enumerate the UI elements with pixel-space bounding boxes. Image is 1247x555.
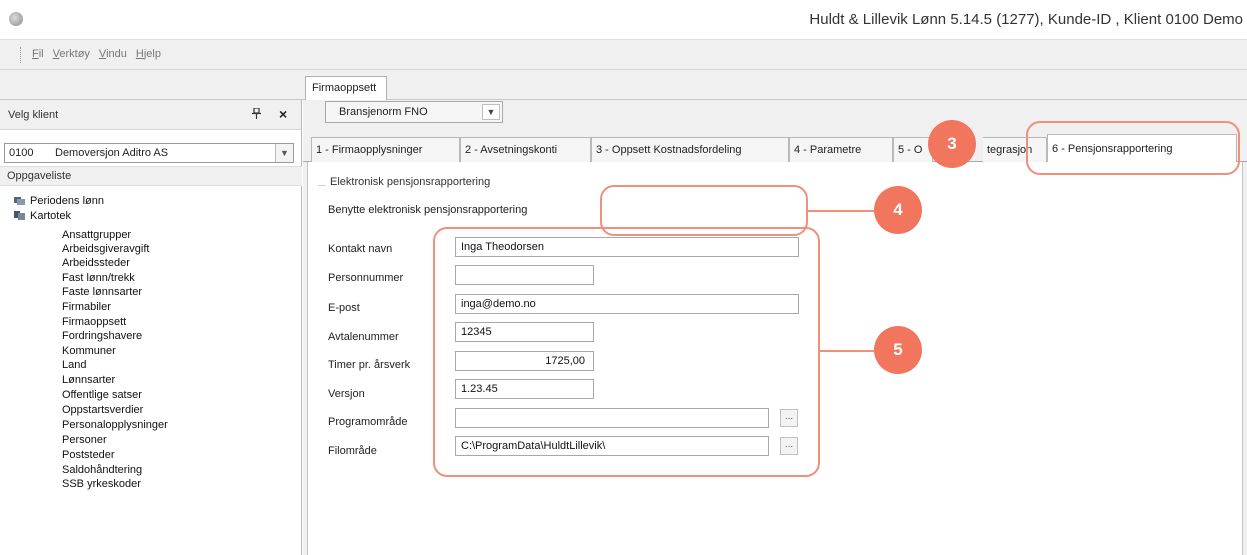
tab-firmaopplysninger[interactable]: 1 - Firmaopplysninger	[311, 137, 460, 162]
pension-standard-value: Bransjenorm FNO	[339, 106, 428, 118]
title-bar: Huldt & Lillevik Lønn 5.14.5 (1277), Kun…	[0, 0, 1247, 40]
tree-item-saldohandtering[interactable]: Saldohåndtering	[62, 464, 142, 477]
program-area-label: Programområde	[328, 416, 408, 428]
group-border	[318, 185, 326, 186]
contact-label: Kontakt navn	[328, 243, 393, 255]
tree-item-arbeidssteder[interactable]: Arbeidssteder	[62, 257, 130, 270]
menu-verktoy[interactable]: Verktøy	[53, 48, 90, 60]
connector-4	[808, 210, 874, 212]
tasklist-header: Oppgaveliste	[0, 166, 302, 186]
group-title: Elektronisk pensjonsrapportering	[330, 176, 491, 188]
menu-grip	[20, 47, 23, 63]
tree-item-firmaoppsett[interactable]: Firmaoppsett	[62, 316, 126, 329]
tree-item-poststeder[interactable]: Poststeder	[62, 449, 115, 462]
tab-avsetningskonti[interactable]: 2 - Avsetningskonti	[460, 137, 591, 162]
tree-item-firmabiler[interactable]: Firmabiler	[62, 301, 111, 314]
tab-integrasjon[interactable]: 5 - O	[893, 137, 933, 162]
personnr-label: Personnummer	[328, 272, 404, 284]
tree-item-land[interactable]: Land	[62, 359, 86, 372]
doc-tab-firmaoppsett[interactable]: Firmaoppsett	[305, 76, 387, 100]
close-icon[interactable]: ×	[279, 106, 287, 122]
chevron-down-icon[interactable]: ▼	[275, 144, 293, 162]
document-tab-strip: Firmaoppsett	[0, 70, 1247, 100]
window-title: Huldt & Lillevik Lønn 5.14.5 (1277), Kun…	[809, 11, 1243, 28]
use-label: Benytte elektronisk pensjonsrapportering	[328, 204, 528, 216]
highlight-contact-fields	[433, 227, 820, 477]
client-code: 0100	[9, 147, 34, 159]
menu-hjelp[interactable]: Hjelp	[136, 48, 161, 60]
file-area-label: Filområde	[328, 445, 377, 457]
tree-item-kartotek[interactable]: Kartotek	[14, 210, 71, 224]
tab-parametre[interactable]: 4 - Parametre	[789, 137, 893, 162]
tasklist-label: Oppgaveliste	[7, 170, 72, 182]
pin-icon[interactable]	[252, 107, 261, 122]
app-icon	[9, 12, 23, 26]
connector-5	[820, 350, 874, 352]
client-panel-header: Velg klient ×	[0, 100, 301, 130]
email-label: E-post	[328, 302, 360, 314]
tree-item-periodens-lonn[interactable]: Periodens lønn	[14, 195, 104, 209]
tree-label: Periodens lønn	[30, 195, 104, 207]
tree-label: Kartotek	[30, 210, 71, 222]
tab-oppsett-kostnadsfordeling[interactable]: 3 - Oppsett Kostnadsfordeling	[591, 137, 789, 162]
tree-item-oppstartsverdier[interactable]: Oppstartsverdier	[62, 404, 143, 417]
tree-item-fordringshavere[interactable]: Fordringshavere	[62, 330, 142, 343]
pension-standard-select[interactable]: Bransjenorm FNO ▼	[325, 101, 503, 123]
tree-item-offentlige-satser[interactable]: Offentlige satser	[62, 389, 142, 402]
highlight-tab-pensjonsrapportering	[1026, 121, 1240, 175]
menu-bar: Fil Verktøy Vindu Hjelp	[0, 40, 1247, 70]
version-label: Versjon	[328, 388, 365, 400]
client-select[interactable]: 0100 Demoversjon Aditro AS ▼	[4, 143, 294, 163]
menu-vindu[interactable]: Vindu	[99, 48, 127, 60]
folder-kartotek-icon	[14, 210, 25, 220]
step-badge-3: 3	[928, 120, 976, 168]
client-panel: Velg klient × 0100 Demoversjon Aditro AS…	[0, 100, 302, 555]
tree-item-fast-lonn-trekk[interactable]: Fast lønn/trekk	[62, 272, 135, 285]
menu-fil[interactable]: Fil	[32, 48, 44, 60]
tree-item-personalopplysninger[interactable]: Personalopplysninger	[62, 419, 168, 432]
tree-item-ansattgrupper[interactable]: Ansattgrupper	[62, 229, 131, 242]
tree-item-faste-lonnsarter[interactable]: Faste lønnsarter	[62, 286, 142, 299]
step-badge-4: 4	[874, 186, 922, 234]
chevron-down-icon[interactable]: ▼	[482, 104, 500, 120]
hours-label: Timer pr. årsverk	[328, 359, 411, 371]
tree-item-ssb-yrkeskoder[interactable]: SSB yrkeskoder	[62, 478, 141, 491]
tree-item-arbeidsgiveravgift[interactable]: Arbeidsgiveravgift	[62, 243, 149, 256]
tree-item-personer[interactable]: Personer	[62, 434, 107, 447]
step-badge-5: 5	[874, 326, 922, 374]
agreement-label: Avtalenummer	[328, 331, 399, 343]
tree-item-lonnsarter[interactable]: Lønnsarter	[62, 374, 115, 387]
client-panel-title: Velg klient	[8, 109, 59, 121]
tree-item-kommuner[interactable]: Kommuner	[62, 345, 116, 358]
folder-periodens-icon	[14, 195, 25, 205]
client-name: Demoversjon Aditro AS	[55, 147, 169, 159]
